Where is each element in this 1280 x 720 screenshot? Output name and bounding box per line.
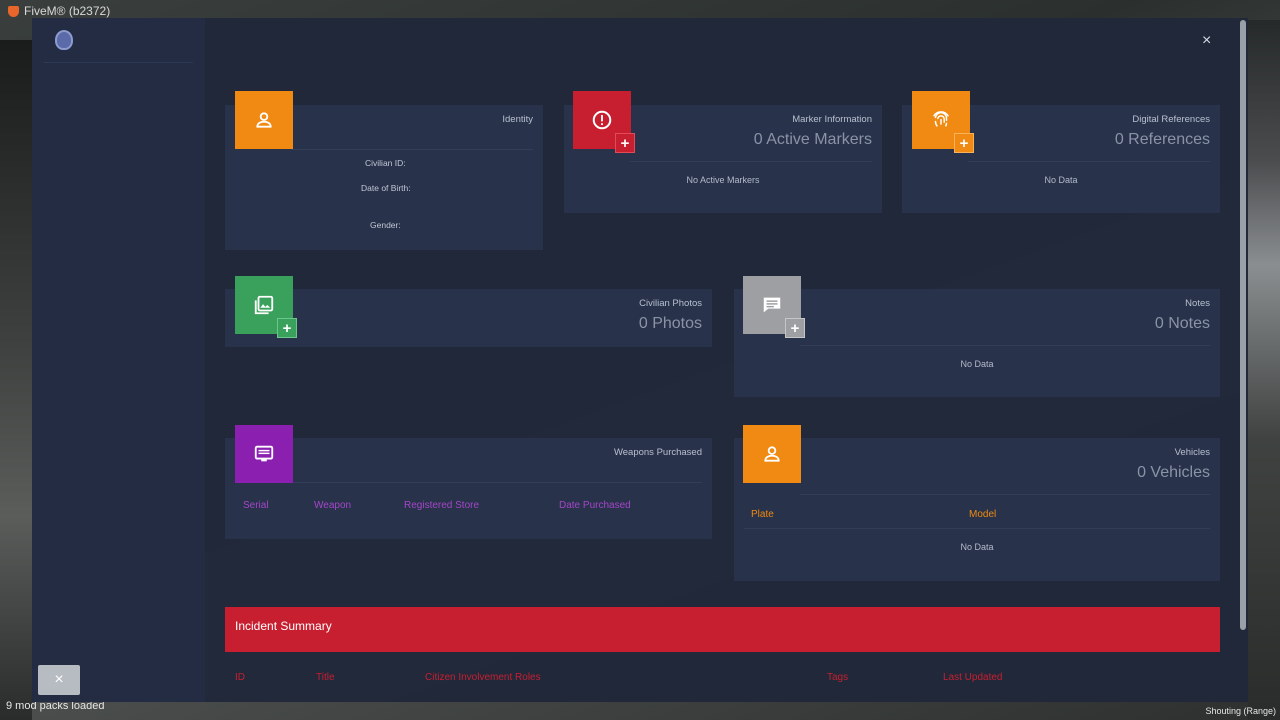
monitor-icon xyxy=(254,445,274,462)
vehicles-title: Vehicles xyxy=(1174,447,1210,458)
fivem-logo-icon xyxy=(8,5,19,17)
card-separator xyxy=(291,482,702,483)
digital-empty-text: No Data xyxy=(1044,175,1078,185)
gender-label: Gender: xyxy=(370,220,401,230)
identity-title: Identity xyxy=(502,114,533,125)
vehicles-count: 0 Vehicles xyxy=(1137,464,1210,481)
incident-summary-title: Incident Summary xyxy=(235,619,332,633)
weapons-tile[interactable] xyxy=(235,425,293,483)
vehicles-column-model[interactable]: Model xyxy=(969,509,996,520)
weapons-title: Weapons Purchased xyxy=(613,447,702,458)
voice-range-status: Shouting (Range) xyxy=(1205,706,1276,716)
civilian-id-label: Civilian ID: xyxy=(365,158,406,168)
close-icon[interactable]: × xyxy=(1202,32,1211,50)
mdt-window: × × Identity Civilian ID: Date of Birth:… xyxy=(32,18,1248,702)
weapons-card: Weapons Purchased Serial Weapon Register… xyxy=(225,438,712,539)
card-separator xyxy=(800,494,1210,495)
marker-empty-text: No Active Markers xyxy=(686,175,760,185)
photos-tile[interactable]: + xyxy=(235,276,297,338)
card-separator xyxy=(630,161,872,162)
digital-title: Digital References xyxy=(1132,114,1210,125)
incident-column-id[interactable]: ID xyxy=(235,672,245,683)
incident-summary-header: Incident Summary xyxy=(225,607,1220,652)
photos-title: Civilian Photos xyxy=(639,298,702,309)
photos-card: Civilian Photos 0 Photos xyxy=(225,289,712,347)
window-title-text: FiveM® (b2372) xyxy=(24,4,111,18)
person-icon xyxy=(764,446,780,462)
fingerprint-icon xyxy=(933,111,949,127)
digital-count: 0 References xyxy=(1114,131,1210,148)
card-separator xyxy=(800,345,1210,346)
marker-tile[interactable]: + xyxy=(573,91,635,153)
add-note-button[interactable]: + xyxy=(785,318,805,338)
identity-tile[interactable] xyxy=(235,91,293,149)
sidebar-close-button[interactable]: × xyxy=(38,665,80,695)
add-photo-button[interactable]: + xyxy=(277,318,297,338)
notes-count: 0 Notes xyxy=(1154,315,1210,332)
weapons-column-weapon[interactable]: Weapon xyxy=(314,500,351,511)
person-icon xyxy=(256,112,272,128)
notes-empty-text: No Data xyxy=(960,359,994,369)
weapons-column-serial[interactable]: Serial xyxy=(243,500,269,511)
alert-icon xyxy=(592,110,612,130)
marker-title: Marker Information xyxy=(792,114,872,125)
card-separator xyxy=(968,161,1210,162)
incident-column-roles[interactable]: Citizen Involvement Roles xyxy=(425,672,541,683)
card-separator xyxy=(744,528,1210,529)
incident-column-title[interactable]: Title xyxy=(316,672,335,683)
card-separator xyxy=(291,149,533,150)
sidebar: × xyxy=(32,18,205,702)
vehicles-column-plate[interactable]: Plate xyxy=(751,509,774,520)
notes-title: Notes xyxy=(1185,298,1210,309)
weapons-column-store[interactable]: Registered Store xyxy=(404,500,479,511)
notes-card: Notes 0 Notes No Data xyxy=(734,289,1220,397)
notes-tile[interactable]: + xyxy=(743,276,805,338)
vehicles-tile[interactable] xyxy=(743,425,801,483)
police-badge-icon[interactable] xyxy=(55,30,73,50)
window-title: FiveM® (b2372) xyxy=(8,4,110,18)
incident-column-tags[interactable]: Tags xyxy=(827,672,848,683)
digital-tile[interactable]: + xyxy=(912,91,974,153)
scrollbar[interactable] xyxy=(1240,20,1246,630)
game-background-left xyxy=(0,40,32,720)
add-marker-button[interactable]: + xyxy=(615,133,635,153)
dob-label: Date of Birth: xyxy=(361,183,411,193)
vehicles-empty-text: No Data xyxy=(960,542,994,552)
incident-column-last-updated[interactable]: Last Updated xyxy=(943,672,1003,683)
game-background-right xyxy=(1248,20,1280,720)
add-digital-reference-button[interactable]: + xyxy=(954,133,974,153)
message-icon xyxy=(763,297,781,313)
vehicles-card: Vehicles 0 Vehicles Plate Model No Data xyxy=(734,438,1220,581)
marker-count: 0 Active Markers xyxy=(753,131,872,148)
photo-library-icon xyxy=(254,295,274,315)
sidebar-divider xyxy=(44,62,193,63)
photos-count: 0 Photos xyxy=(638,315,702,332)
weapons-column-date[interactable]: Date Purchased xyxy=(559,500,631,511)
